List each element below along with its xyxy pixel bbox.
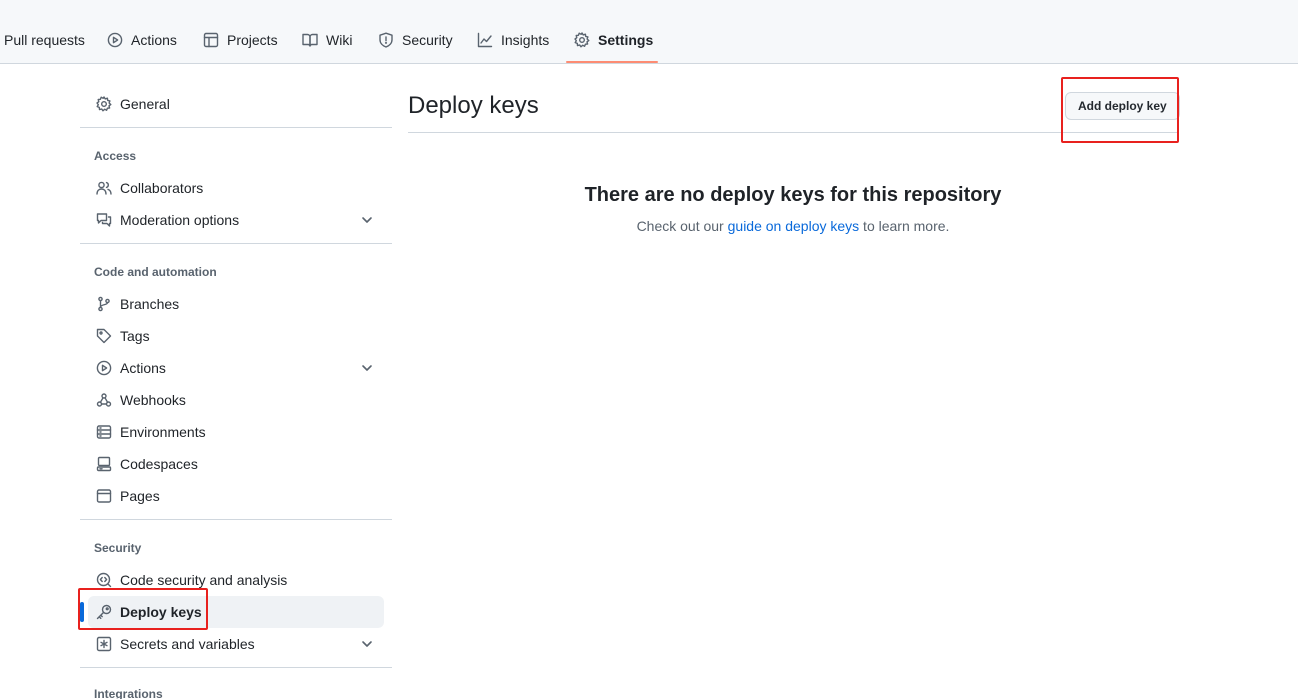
sidebar-item-tags[interactable]: Tags <box>88 320 384 352</box>
sidebar-item-code-security[interactable]: Code security and analysis <box>88 564 384 596</box>
sidebar-item-label: Branches <box>120 296 180 312</box>
active-tab-underline <box>566 61 658 63</box>
shield-icon <box>379 32 393 48</box>
browser-icon <box>96 489 112 503</box>
tab-label: Actions <box>131 32 177 48</box>
sidebar-item-label: Codespaces <box>120 456 198 472</box>
tab-label: Projects <box>227 32 278 48</box>
add-deploy-key-button[interactable]: Add deploy key <box>1065 92 1180 120</box>
sidebar-item-label: Pages <box>120 488 160 504</box>
codescan-icon <box>96 572 112 588</box>
chevron-down-icon <box>362 641 372 647</box>
blankslate-text-prefix: Check out our <box>636 218 728 234</box>
sidebar-item-label: Environments <box>120 424 206 440</box>
deploy-keys-guide-link[interactable]: guide on deploy keys <box>728 218 860 234</box>
tab-security[interactable]: Security <box>378 24 453 56</box>
sidebar-heading-security: Security <box>94 541 142 555</box>
title-divider <box>408 132 1178 133</box>
blankslate-description: Check out our guide on deploy keys to le… <box>408 218 1178 234</box>
gear-icon <box>574 32 590 48</box>
table-icon <box>203 32 219 48</box>
tab-label: Pull requests <box>4 32 85 48</box>
sidebar-item-general[interactable]: General <box>88 88 384 120</box>
repo-nav: Pull requests Actions Projects Wiki Secu… <box>0 0 1298 64</box>
server-icon <box>96 425 112 439</box>
tab-projects[interactable]: Projects <box>203 24 278 56</box>
tab-settings[interactable]: Settings <box>574 24 653 56</box>
sidebar-item-deploy-keys[interactable]: Deploy keys <box>80 596 384 628</box>
sidebar-item-actions[interactable]: Actions <box>88 352 384 384</box>
book-icon <box>302 33 318 47</box>
people-icon <box>96 181 112 195</box>
sidebar-heading-code: Code and automation <box>94 265 217 279</box>
key-asterisk-icon <box>96 636 112 652</box>
gear-icon <box>96 96 112 112</box>
sidebar-item-label: Code security and analysis <box>120 572 288 588</box>
sidebar-heading-integrations: Integrations <box>94 687 163 699</box>
codespaces-icon <box>96 456 112 472</box>
git-branch-icon <box>98 296 110 312</box>
sidebar-item-label: Secrets and variables <box>120 636 255 652</box>
tab-label: Security <box>402 32 453 48</box>
sidebar-item-secrets[interactable]: Secrets and variables <box>88 628 384 660</box>
sidebar-item-collaborators[interactable]: Collaborators <box>88 172 384 204</box>
comment-discussion-icon <box>96 213 112 227</box>
blankslate-heading: There are no deploy keys for this reposi… <box>584 184 1002 206</box>
sidebar-divider <box>80 127 392 128</box>
sidebar-item-codespaces[interactable]: Codespaces <box>88 448 384 480</box>
sidebar-divider <box>80 667 392 668</box>
sidebar-item-pages[interactable]: Pages <box>88 480 384 512</box>
sidebar-item-label: Moderation options <box>120 212 240 228</box>
sidebar-item-label: Collaborators <box>120 180 204 196</box>
chevron-down-icon <box>362 365 372 371</box>
tab-wiki[interactable]: Wiki <box>302 24 352 56</box>
sidebar-item-label: Actions <box>120 360 166 376</box>
sidebar-item-environments[interactable]: Environments <box>88 416 384 448</box>
tab-pull-requests[interactable]: Pull requests <box>4 24 85 56</box>
sidebar-item-label: General <box>120 96 170 112</box>
chevron-down-icon <box>362 217 372 223</box>
play-icon <box>107 32 123 48</box>
sidebar-item-branches[interactable]: Branches <box>88 288 384 320</box>
sidebar-item-webhooks[interactable]: Webhooks <box>88 384 384 416</box>
sidebar-item-label: Deploy keys <box>120 604 202 620</box>
tab-label: Insights <box>501 32 550 48</box>
tab-label: Settings <box>598 32 654 48</box>
sidebar-divider <box>80 243 392 244</box>
key-icon <box>96 604 112 620</box>
tag-icon <box>96 328 112 344</box>
sidebar-item-label: Webhooks <box>120 392 186 408</box>
sidebar-heading-access: Access <box>94 149 137 163</box>
play-icon <box>96 360 112 376</box>
webhook-icon <box>96 393 112 407</box>
graph-icon <box>477 32 493 48</box>
tab-insights[interactable]: Insights <box>477 24 549 56</box>
tab-actions[interactable]: Actions <box>107 24 177 56</box>
sidebar-item-label: Tags <box>120 328 150 344</box>
page-title: Deploy keys <box>408 92 539 119</box>
sidebar-divider <box>80 519 392 520</box>
sidebar-item-moderation[interactable]: Moderation options <box>88 204 384 236</box>
tab-label: Wiki <box>326 32 353 48</box>
blankslate-text-suffix: to learn more. <box>859 218 950 234</box>
